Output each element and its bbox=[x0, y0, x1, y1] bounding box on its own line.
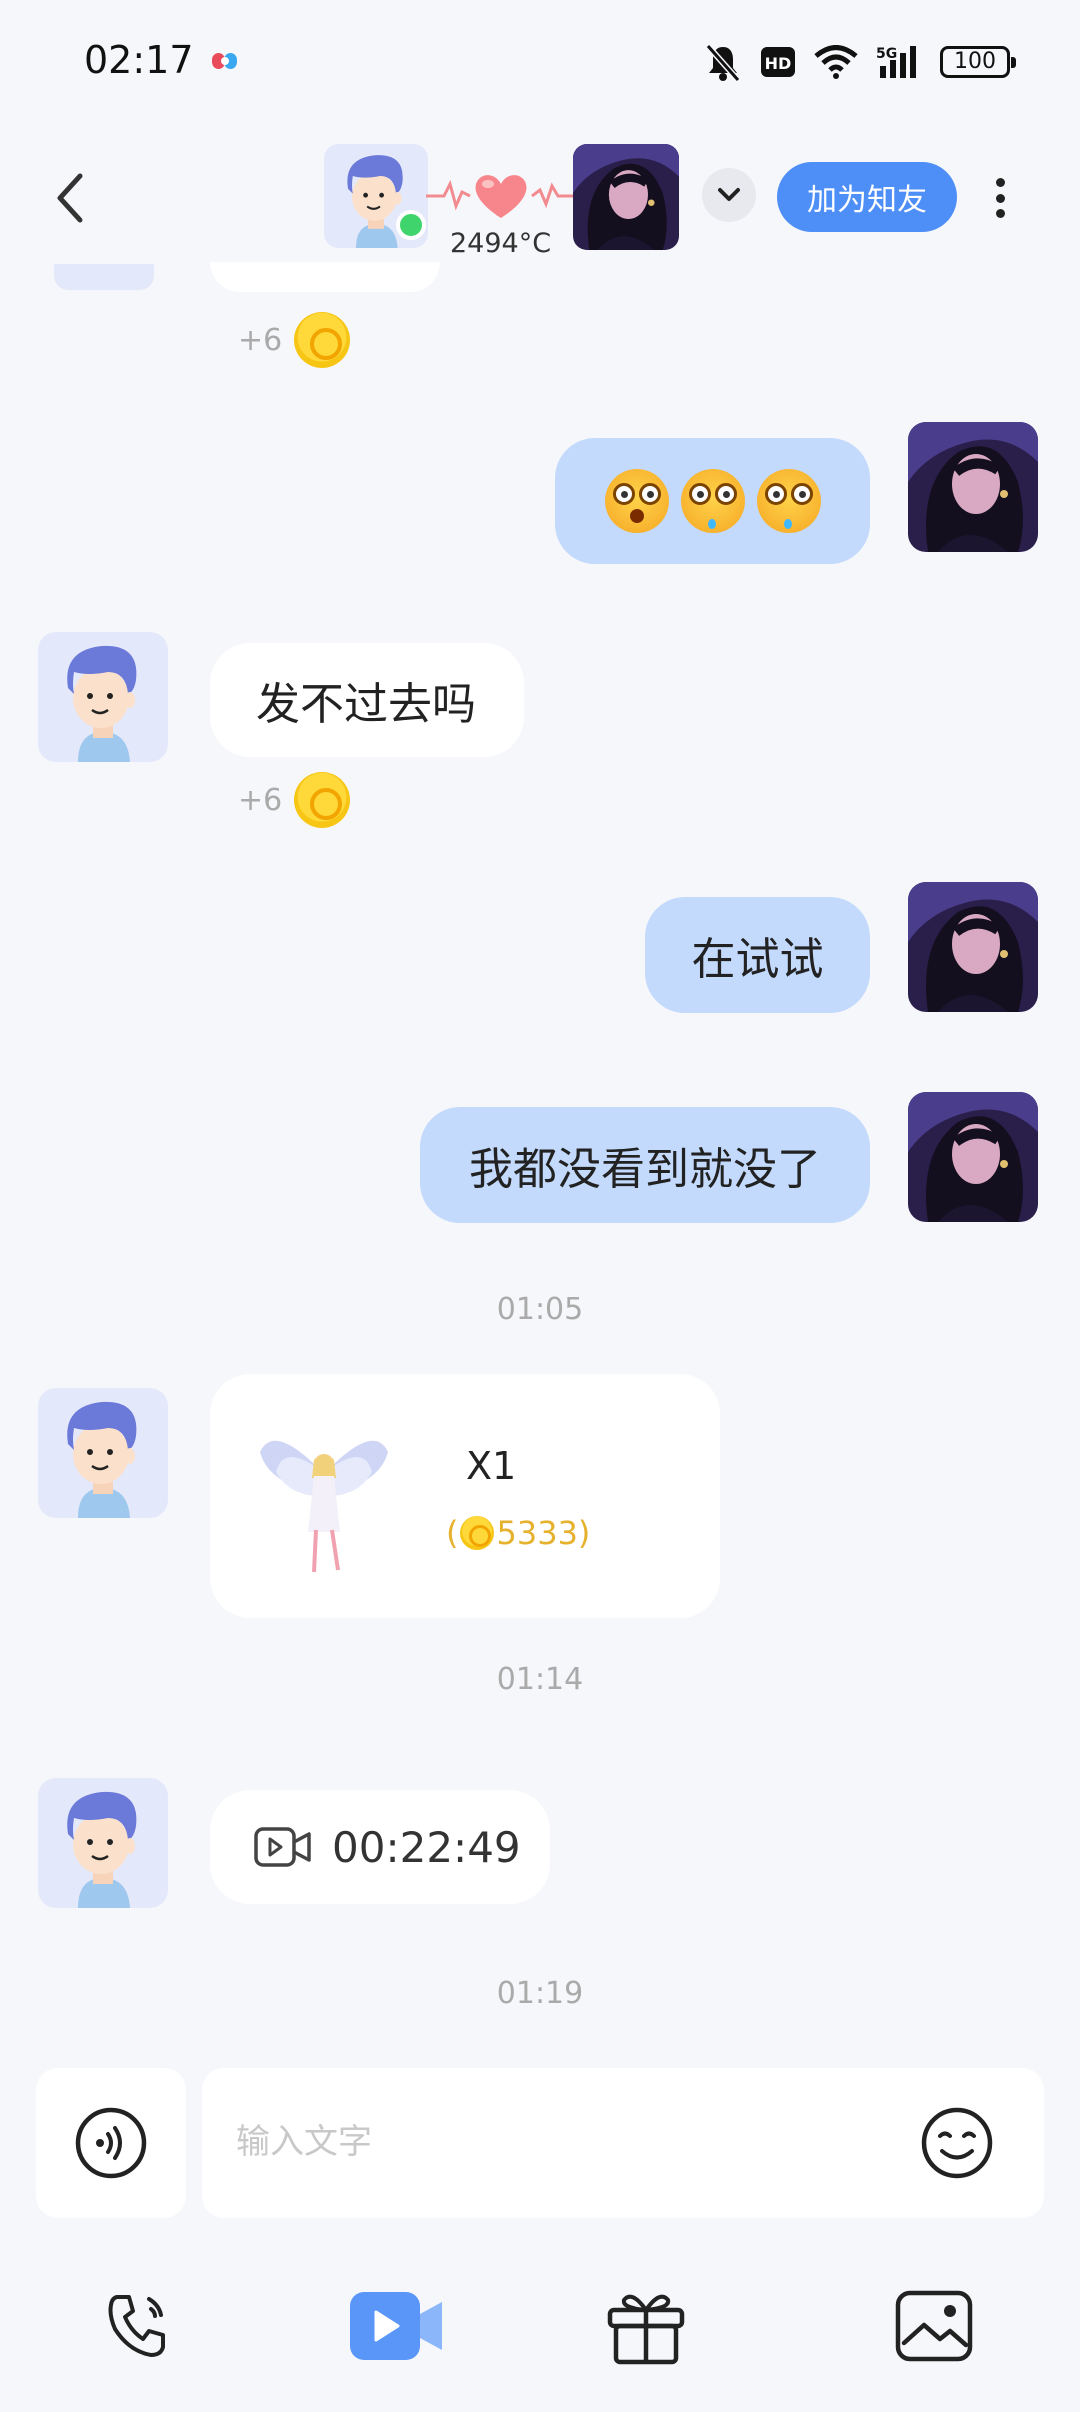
voice-call-button[interactable] bbox=[90, 2276, 190, 2376]
photo-avatar-icon bbox=[908, 422, 1038, 552]
mute-bell-icon bbox=[705, 44, 741, 82]
self-avatar[interactable] bbox=[908, 422, 1038, 552]
coin-reward: +6 bbox=[238, 312, 351, 368]
battery-indicator: 100 bbox=[940, 46, 1016, 78]
gift-count: X1 bbox=[466, 1444, 517, 1488]
wifi-icon bbox=[814, 45, 858, 79]
coin-icon bbox=[460, 1516, 495, 1550]
gift-message-card[interactable]: X1 ( 5333 ) bbox=[210, 1374, 720, 1618]
coin-icon bbox=[294, 312, 351, 368]
time-divider: 01:14 bbox=[496, 1662, 584, 1697]
dot-icon bbox=[995, 178, 1005, 187]
svg-text:5G: 5G bbox=[876, 46, 897, 62]
emoji-icon[interactable] bbox=[920, 2106, 994, 2180]
video-call-icon bbox=[350, 2292, 442, 2360]
photo-avatar-icon bbox=[908, 1092, 1038, 1222]
status-time: 02:17 bbox=[84, 38, 194, 82]
cartoon-avatar-icon bbox=[38, 1778, 168, 1908]
outgoing-text-bubble[interactable]: 我都没看到就没了 bbox=[420, 1107, 870, 1223]
coin-icon bbox=[294, 772, 351, 828]
status-indicators: HD 5G 100 bbox=[704, 40, 1016, 84]
video-camera-icon bbox=[254, 1827, 311, 1867]
photo-button[interactable] bbox=[884, 2276, 984, 2376]
chevron-down-icon bbox=[718, 188, 740, 201]
svg-text:HD: HD bbox=[765, 54, 792, 73]
video-call-record-bubble[interactable]: 00:22:49 bbox=[210, 1790, 550, 1904]
cartoon-avatar-icon bbox=[38, 632, 168, 762]
bottom-action-bar bbox=[0, 2240, 1080, 2412]
call-duration: 00:22:49 bbox=[332, 1822, 521, 1872]
voice-input-button[interactable] bbox=[36, 2068, 186, 2218]
gift-price: ( 5333 ) bbox=[446, 1514, 590, 1552]
more-options-button[interactable] bbox=[985, 172, 1015, 224]
time-divider: 01:05 bbox=[496, 1292, 584, 1327]
flushed-face-emoji-icon bbox=[680, 469, 745, 533]
online-status-dot bbox=[396, 210, 426, 240]
video-call-button[interactable] bbox=[346, 2276, 446, 2376]
time-divider: 01:19 bbox=[496, 1976, 584, 2011]
status-bar: 02:17 HD 5G 100 bbox=[0, 0, 1080, 120]
gift-box-icon bbox=[607, 2294, 685, 2365]
cartoon-avatar-icon bbox=[38, 1388, 168, 1518]
dot-icon bbox=[995, 193, 1005, 203]
flushed-face-emoji-icon bbox=[756, 469, 821, 533]
previous-avatar-fragment bbox=[54, 264, 154, 290]
hd-icon: HD bbox=[761, 47, 795, 77]
outgoing-text-bubble[interactable]: 在试试 bbox=[645, 897, 870, 1013]
voice-icon bbox=[75, 2107, 147, 2179]
outgoing-emoji-bubble[interactable] bbox=[555, 438, 870, 564]
image-icon bbox=[895, 2290, 973, 2362]
reward-amount: +6 bbox=[238, 782, 283, 818]
heart-intimacy-icon bbox=[426, 175, 576, 218]
message-input[interactable] bbox=[236, 2112, 876, 2172]
reward-amount: +6 bbox=[238, 322, 283, 358]
signal-5g-icon: 5G bbox=[876, 46, 916, 78]
peer-avatar[interactable] bbox=[38, 1388, 168, 1518]
gift-price-suffix: ) bbox=[577, 1514, 591, 1552]
intimacy-degree: 2494°C bbox=[450, 228, 552, 259]
gift-price-value: 5333 bbox=[496, 1514, 578, 1552]
self-avatar[interactable] bbox=[908, 1092, 1038, 1222]
coin-reward: +6 bbox=[238, 772, 351, 828]
angel-gift-icon bbox=[260, 1440, 388, 1573]
peer-avatar[interactable] bbox=[38, 632, 168, 762]
add-friend-button[interactable]: 加为知友 bbox=[777, 162, 957, 232]
previous-bubble-fragment bbox=[210, 262, 440, 292]
expand-button[interactable] bbox=[702, 168, 756, 222]
peer-avatar[interactable] bbox=[38, 1778, 168, 1908]
photo-avatar-icon bbox=[573, 144, 679, 250]
incoming-text-bubble[interactable]: 发不过去吗 bbox=[210, 643, 524, 757]
dot-icon bbox=[995, 209, 1005, 218]
gift-button[interactable] bbox=[596, 2276, 696, 2376]
photo-avatar-icon bbox=[908, 882, 1038, 1012]
flushed-face-emoji-icon bbox=[604, 469, 669, 533]
app-notification-icon bbox=[212, 53, 237, 69]
back-button[interactable] bbox=[48, 170, 98, 226]
message-input-box[interactable] bbox=[202, 2068, 1044, 2218]
self-avatar[interactable] bbox=[908, 882, 1038, 1012]
phone-call-icon bbox=[108, 2295, 165, 2357]
self-avatar-header[interactable] bbox=[573, 144, 679, 250]
gift-price-prefix: ( bbox=[446, 1514, 459, 1552]
chat-header: 2494°C 加为知友 bbox=[0, 130, 1080, 260]
